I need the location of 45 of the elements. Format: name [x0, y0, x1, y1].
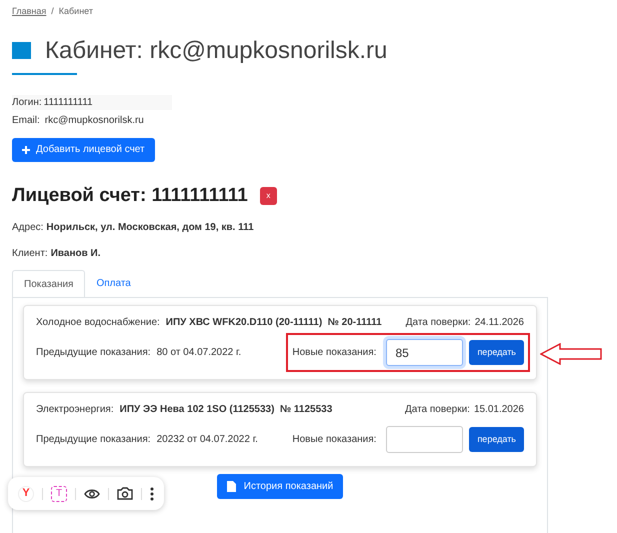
breadcrumb-separator: /: [51, 5, 54, 18]
breadcrumb-link[interactable]: Главная: [12, 5, 46, 18]
page-title: Кабинет: rkc@mupkosnorilsk.ru: [45, 36, 388, 66]
reading-field[interactable]: 85: [386, 339, 464, 366]
camera-icon[interactable]: [117, 486, 133, 501]
text-recognition-button[interactable]: T: [51, 486, 67, 502]
previous-reading: 20232 от 04.07.2022 г.: [156, 433, 258, 447]
service-label: Холодное водоснабжение:: [36, 316, 160, 330]
account-title: Лицевой счет: 1111111111: [12, 184, 248, 208]
submit-button[interactable]: передать: [469, 427, 524, 452]
new-reading-label: Новые показания:: [292, 346, 376, 360]
new-reading-label: Новые показания:: [292, 433, 376, 447]
address-label: Адрес:: [12, 221, 44, 235]
browser-logo[interactable]: Y: [18, 486, 34, 502]
arrow-icon: [540, 343, 602, 365]
reading-field[interactable]: [386, 426, 464, 453]
eye-icon[interactable]: [84, 488, 100, 500]
delete-button[interactable]: x: [260, 186, 277, 205]
login-label: Логин:: [12, 96, 42, 110]
breadcrumb-current: Кабинет: [58, 5, 94, 18]
more-icon[interactable]: [150, 486, 154, 500]
history-button[interactable]: История показаний: [216, 474, 344, 499]
email-label: Email:: [12, 114, 40, 128]
square-icon: [12, 42, 31, 59]
plus-icon: [22, 146, 30, 154]
address-value: Норильск, ул. Московская, дом 19, кв. 111: [46, 221, 254, 235]
client-label: Клиент:: [12, 247, 48, 261]
tab[interactable]: Показания: [12, 270, 86, 297]
check-date-label: Дата поверки:: [404, 403, 470, 417]
previous-reading-label: Предыдущие показания:: [36, 346, 151, 360]
document-icon: [226, 481, 236, 492]
email-value: rkc@mupkosnorilsk.ru: [44, 114, 144, 128]
add-account-button[interactable]: Добавить лицевой счет: [12, 138, 155, 162]
previous-reading: 80 от 04.07.2022 г.: [156, 346, 242, 360]
previous-reading-label: Предыдущие показания:: [36, 433, 151, 447]
device-name: ИПУ ЭЭ Нева 102 1SO (1125533) № 1125533: [120, 403, 332, 417]
client-value: Иванов И.: [50, 247, 101, 261]
check-date: 24.11.2026: [474, 316, 524, 330]
service-label: Электроэнергия:: [36, 403, 114, 417]
submit-button[interactable]: передать: [469, 340, 524, 365]
device-name: ИПУ ХВС WFK20.D110 (20-11111) № 20-11111: [166, 316, 382, 330]
check-date-label: Дата поверки:: [406, 316, 471, 330]
login-value: 1111111111: [44, 96, 93, 110]
tab[interactable]: Оплата: [85, 270, 142, 297]
check-date: 15.01.2026: [474, 403, 524, 417]
